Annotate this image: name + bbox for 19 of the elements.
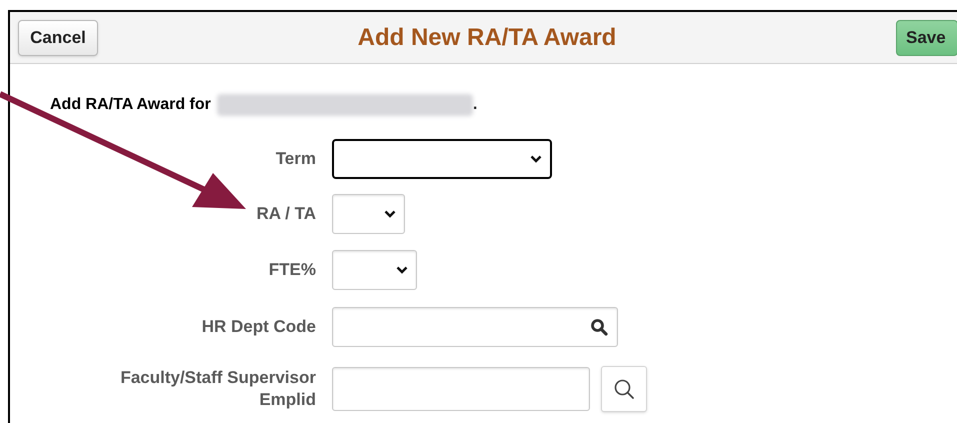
intro-text: Add RA/TA Award for <box>50 95 211 115</box>
page-title: Add New RA/TA Award <box>356 22 618 52</box>
period-text: . <box>472 95 478 115</box>
input-field[interactable] <box>332 367 590 411</box>
field-label: Term <box>274 148 316 170</box>
field-label: RA / TA <box>256 203 316 225</box>
search-icon <box>590 318 608 336</box>
save-button[interactable]: Save <box>896 20 957 56</box>
cancel-button[interactable]: Cancel <box>18 20 98 56</box>
field-label: HR Dept Code <box>200 316 316 338</box>
chevron-icon <box>530 155 542 163</box>
select-field[interactable] <box>332 139 552 179</box>
chevron-icon <box>384 210 396 218</box>
lookup-button[interactable] <box>601 366 647 412</box>
chevron-icon <box>396 266 408 274</box>
field-label: FTE% <box>268 259 316 281</box>
search-icon <box>613 378 635 400</box>
lookup-field[interactable] <box>332 307 618 347</box>
field-label: Faculty/Staff Supervisor Emplid <box>119 367 316 411</box>
